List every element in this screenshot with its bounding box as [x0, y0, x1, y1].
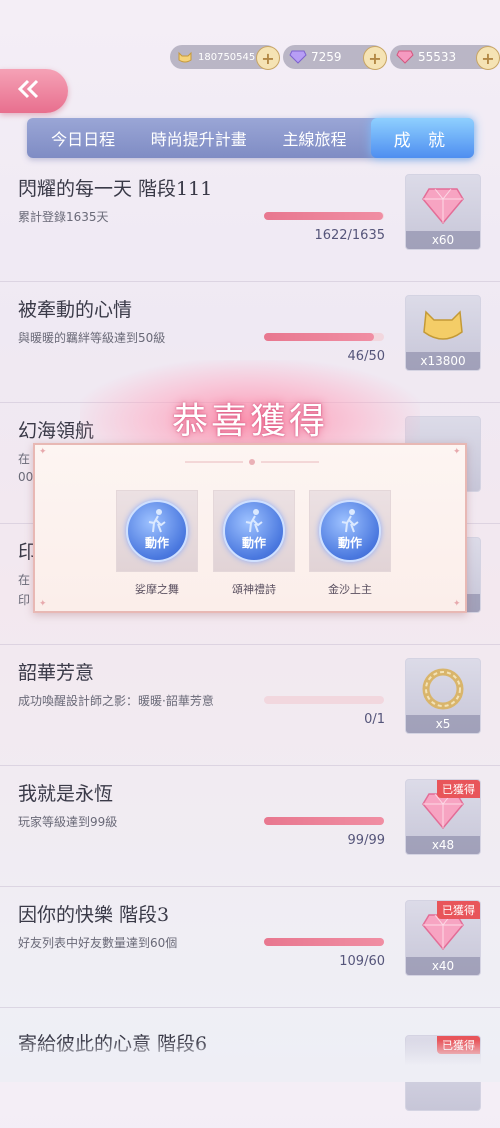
achievement-row: 因你的快樂 階段3 好友列表中好友數量達到60個 109/60 已獲得 x40: [0, 886, 500, 1008]
progress-bar: [264, 817, 384, 825]
corner-star-icon: ✦: [39, 599, 47, 609]
progress-bar: [264, 333, 384, 341]
achievement-title: 被牽動的心情: [18, 299, 133, 321]
achievement-desc: 在: [18, 452, 31, 466]
popup-title: 恭喜獲得: [171, 401, 328, 442]
reward-slot[interactable]: x60: [405, 174, 481, 250]
back-button[interactable]: [0, 69, 68, 113]
diamond-value: 7259: [311, 50, 342, 64]
achievement-desc-2: 印: [18, 593, 31, 607]
tab-fashion-plan[interactable]: 時尚提升計畫: [139, 118, 258, 158]
progress-text: 1622/1635: [314, 228, 385, 243]
reward-item-name: 娑摩之舞: [135, 583, 179, 596]
add-diamond-button[interactable]: +: [363, 46, 387, 70]
action-badge-label: 動作: [241, 536, 266, 550]
progress-text: 109/60: [339, 954, 385, 969]
reward-popup: ✦ ✦ ✦ ✦ 動作 娑摩之舞 動作 頌神禮詩 動作 金沙上主: [33, 443, 467, 613]
pink-gem-icon: [419, 183, 467, 227]
progress-bar: [264, 212, 384, 220]
achievement-desc: 在: [18, 573, 31, 587]
dance-action-icon: 動作: [319, 500, 381, 562]
reward-item-name: 金沙上主: [328, 583, 372, 596]
corner-star-icon: ✦: [39, 447, 47, 457]
achievement-desc: 與暖暖的羈絆等級達到50級: [18, 331, 166, 345]
diamond-currency: 7259 +: [283, 45, 387, 70]
achievement-title: 我就是永恆: [18, 783, 114, 805]
achievement-row: 我就是永恆 玩家等級達到99級 99/99 已獲得 x48: [0, 765, 500, 887]
achievement-desc: 累計登錄1635天: [18, 210, 109, 224]
double-chevron-left-icon: [16, 76, 42, 106]
popup-divider-ornament: [185, 451, 319, 465]
achievement-title: 因你的快樂 階段3: [18, 904, 170, 926]
claimed-badge: 已獲得: [437, 780, 480, 798]
claimed-badge: 已獲得: [437, 901, 480, 919]
corner-star-icon: ✦: [453, 599, 461, 609]
reward-item-name: 頌神禮詩: [232, 583, 276, 596]
corner-star-icon: ✦: [453, 447, 461, 457]
friendship-currency: 180750545 +: [170, 45, 280, 70]
achievement-desc: 玩家等級達到99級: [18, 815, 118, 829]
achievement-row: 閃耀的每一天 階段111 累計登錄1635天 1622/1635 x60: [0, 160, 500, 282]
bottom-fade: [0, 1040, 500, 1082]
reward-count: x40: [406, 957, 480, 975]
dance-action-icon: 動作: [126, 500, 188, 562]
action-badge-label: 動作: [337, 536, 362, 550]
tab-bar: 今日日程 時尚提升計畫 主線旅程 成 就: [27, 118, 474, 158]
action-badge-label: 動作: [144, 536, 169, 550]
achievement-title: 閃耀的每一天 階段111: [18, 178, 213, 200]
achievement-desc-2: 00: [18, 470, 34, 484]
add-crystal-button[interactable]: +: [476, 46, 500, 70]
achievement-desc: 成功喚醒設計師之影：暖暖·韶華芳意: [18, 694, 214, 708]
tab-main-journey[interactable]: 主線旅程: [258, 118, 370, 158]
gold-ring-icon: [419, 667, 467, 711]
reward-slot[interactable]: x5: [405, 658, 481, 734]
popup-reward-item[interactable]: 動作 頌神禮詩: [213, 490, 295, 597]
progress-text: 99/99: [347, 833, 385, 848]
reward-count: x60: [406, 231, 480, 249]
cat-coin-icon: [176, 48, 194, 66]
reward-slot[interactable]: 已獲得 x40: [405, 900, 481, 976]
achievement-title: 韶華芳意: [18, 662, 95, 684]
add-friendship-button[interactable]: +: [256, 46, 280, 70]
dance-action-icon: 動作: [223, 500, 285, 562]
tab-achievements[interactable]: 成 就: [370, 118, 474, 158]
popup-reward-item[interactable]: 動作 金沙上主: [309, 490, 391, 597]
achievement-row: 韶華芳意 成功喚醒設計師之影：暖暖·韶華芳意 0/1 x5: [0, 644, 500, 766]
friendship-value: 180750545: [198, 51, 256, 63]
pink-diamond-icon: [396, 48, 414, 66]
purple-diamond-icon: [289, 48, 307, 66]
progress-bar: [264, 696, 384, 704]
crystal-currency: 55533 +: [390, 45, 500, 70]
progress-text: 0/1: [364, 712, 385, 727]
reward-slot[interactable]: 已獲得 x48: [405, 779, 481, 855]
popup-reward-item[interactable]: 動作 娑摩之舞: [116, 490, 198, 597]
progress-bar: [264, 938, 384, 946]
tab-daily-schedule[interactable]: 今日日程: [27, 118, 139, 158]
reward-count: x48: [406, 836, 480, 854]
achievement-desc: 好友列表中好友數量達到60個: [18, 936, 178, 950]
crystal-value: 55533: [418, 50, 457, 64]
currency-bar: 180750545 + 7259 + 55533 +: [170, 45, 500, 71]
reward-count: x5: [406, 715, 480, 733]
gold-cat-coin-icon: [419, 304, 467, 348]
